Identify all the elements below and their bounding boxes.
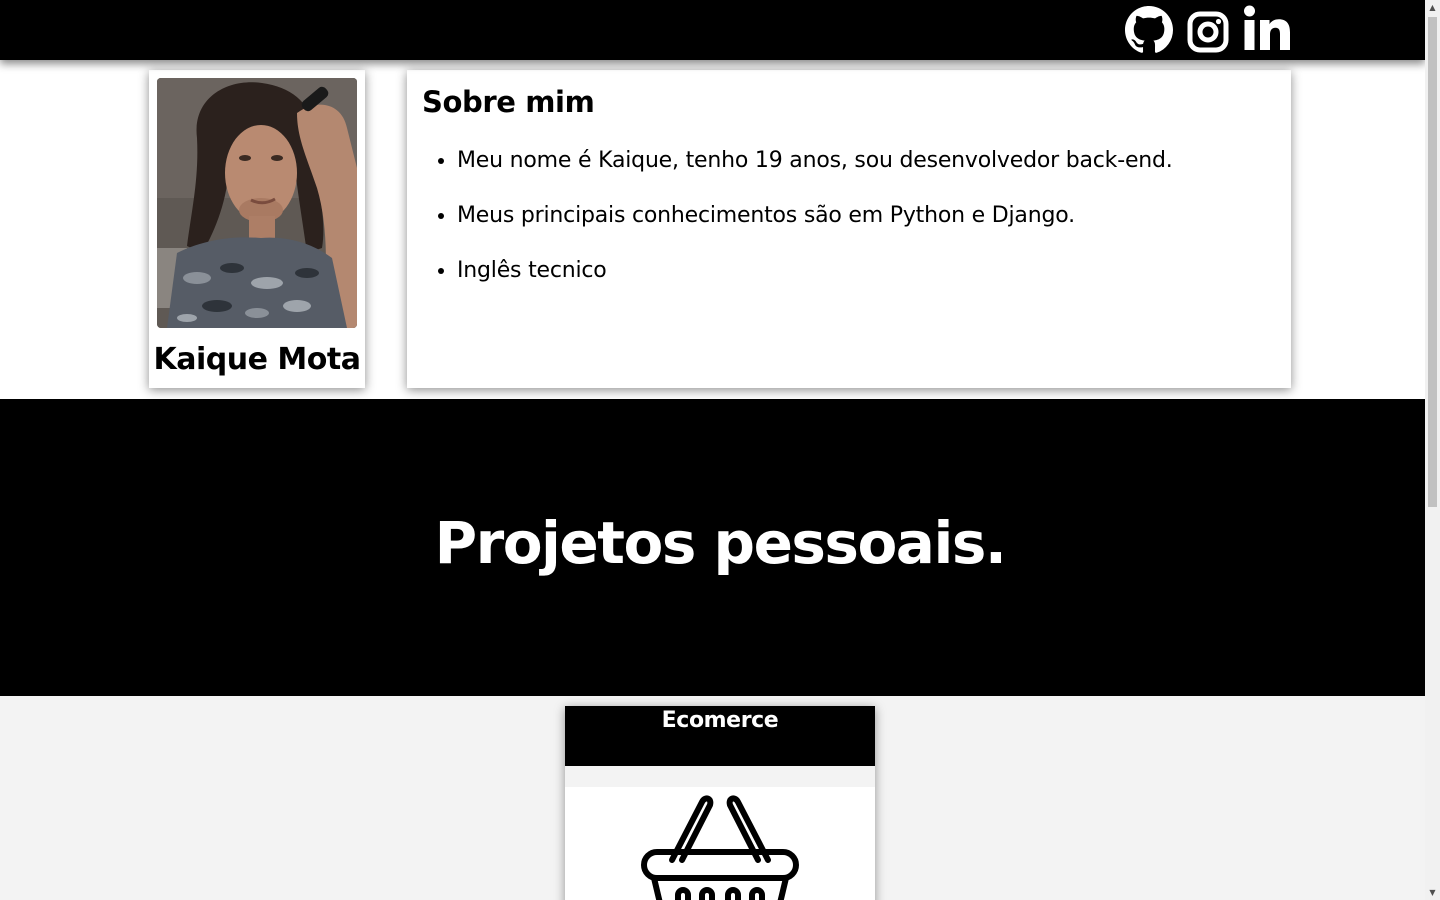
about-card: Sobre mim Meu nome é Kaique, tenho 19 an… xyxy=(407,70,1291,388)
linkedin-icon[interactable] xyxy=(1243,5,1291,51)
github-icon[interactable] xyxy=(1125,6,1173,54)
scroll-down-arrow-icon[interactable]: ▼ xyxy=(1425,885,1440,900)
scroll-up-arrow-icon[interactable]: ▲ xyxy=(1425,0,1440,15)
profile-card: Kaique Mota xyxy=(149,70,365,388)
about-title: Sobre mim xyxy=(422,85,595,119)
avatar xyxy=(157,78,357,328)
project-title: Ecomerce xyxy=(661,708,779,733)
project-card-ecomerce[interactable]: Ecomerce xyxy=(565,706,875,900)
vertical-scrollbar[interactable]: ▲ ▼ xyxy=(1425,0,1440,900)
page: Kaique Mota Sobre mim Meu nome é Kaique,… xyxy=(0,0,1425,900)
about-item: Meus principais conhecimentos são em Pyt… xyxy=(457,200,1173,232)
profile-name: Kaique Mota xyxy=(153,342,361,377)
instagram-icon[interactable] xyxy=(1187,11,1229,53)
projects-area: Ecomerce xyxy=(0,696,1425,900)
projects-heading: Projetos pessoais. xyxy=(434,509,1007,577)
scrollbar-thumb[interactable] xyxy=(1428,17,1437,507)
about-list: Meu nome é Kaique, tenho 19 anos, sou de… xyxy=(457,145,1173,310)
project-card-header: Ecomerce xyxy=(565,706,875,766)
about-item: Meu nome é Kaique, tenho 19 anos, sou de… xyxy=(457,145,1173,177)
projects-banner: Projetos pessoais. xyxy=(0,399,1425,696)
top-navbar xyxy=(0,0,1425,60)
project-card-divider xyxy=(565,766,875,787)
shopping-basket-icon xyxy=(640,790,800,900)
about-item: Inglês tecnico xyxy=(457,255,1173,287)
